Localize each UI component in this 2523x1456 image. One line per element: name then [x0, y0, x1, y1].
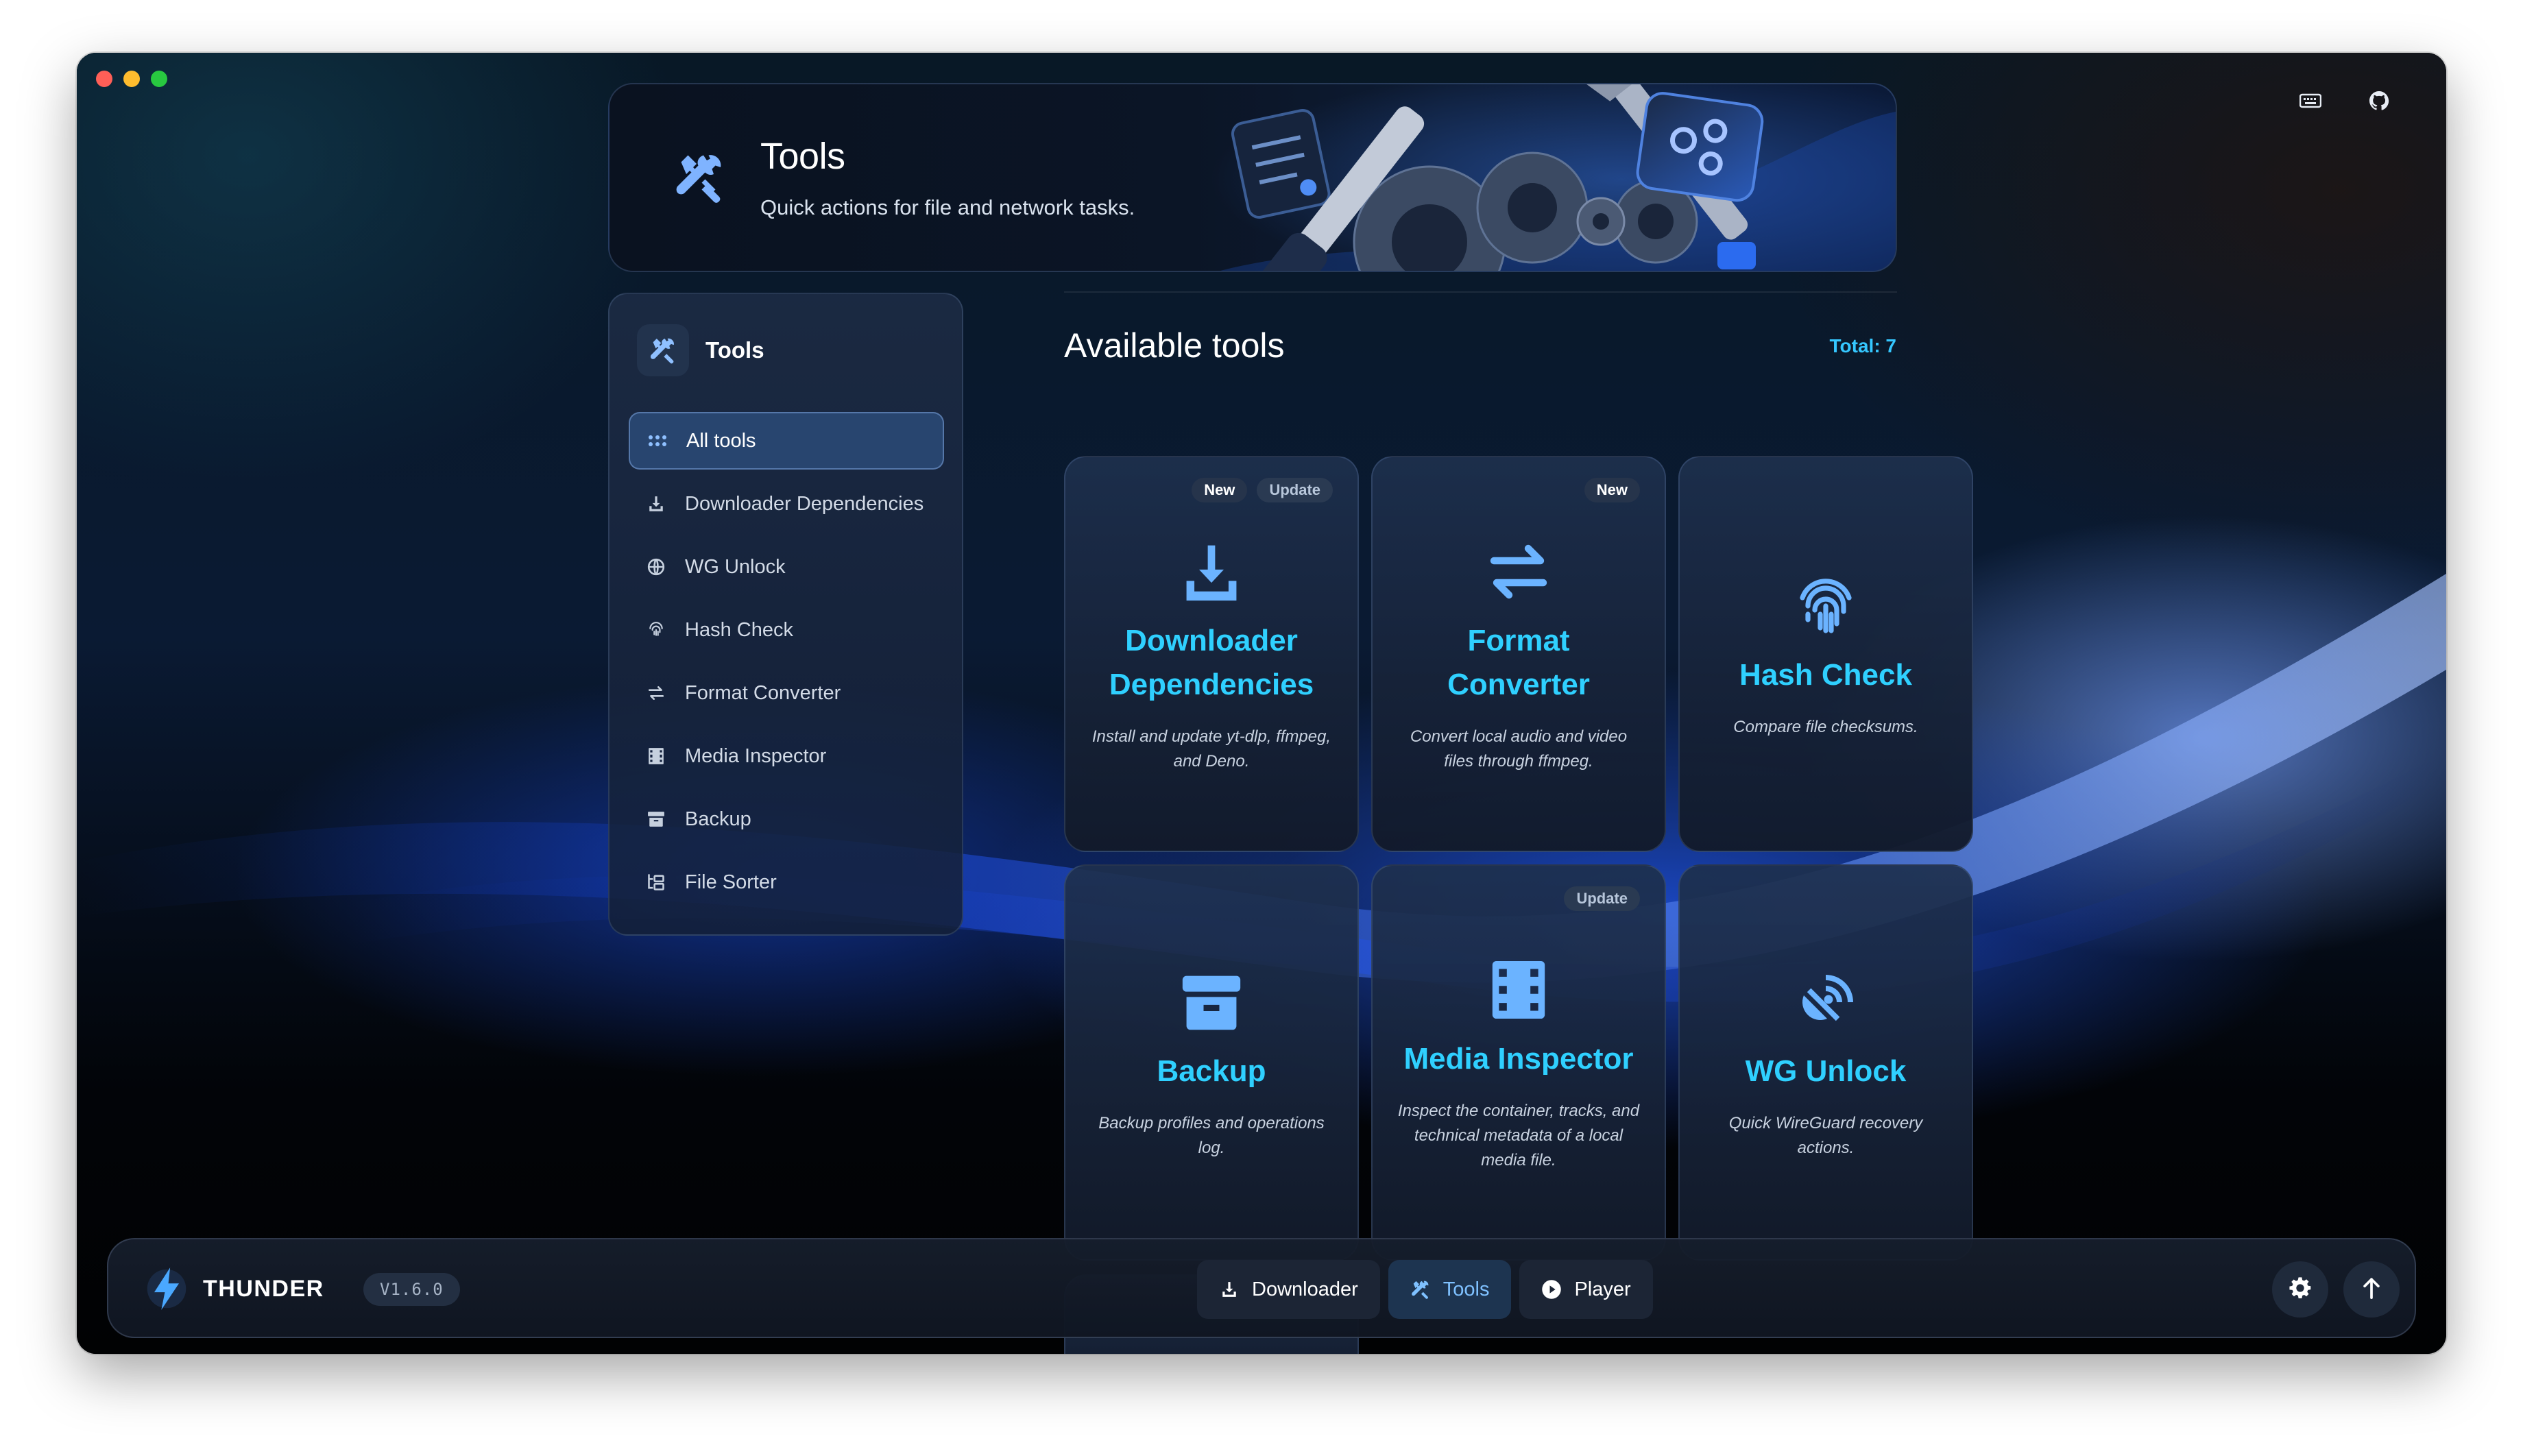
sidebar-item-format-converter[interactable]: Format Converter [629, 664, 944, 722]
gear-icon [2289, 1276, 2312, 1303]
scroll-top-button[interactable] [2343, 1261, 2400, 1318]
sidebar-item-label: WG Unlock [685, 555, 786, 578]
keyboard-icon[interactable] [2298, 88, 2323, 113]
fingerprint-icon [645, 619, 667, 641]
tool-name: Backup [1157, 1054, 1266, 1088]
grid-icon [647, 430, 668, 452]
brand-name: THUNDER [203, 1275, 324, 1302]
sidebar-item-label: Media Inspector [685, 744, 827, 767]
version-badge: V1.6.0 [363, 1273, 460, 1306]
nav-player-button[interactable]: Player [1519, 1260, 1653, 1319]
section-divider [1064, 291, 1897, 293]
tool-name: Format Converter [1447, 624, 1590, 701]
tool-description: Compare file checksums. [1733, 718, 1918, 736]
nav-downloader-button[interactable]: Downloader [1197, 1260, 1380, 1319]
hero-illustration [1210, 84, 1896, 271]
sidebar-header: Tools [637, 324, 764, 376]
close-window-button[interactable] [96, 71, 112, 87]
tool-description: Inspect the container, tracks, and techn… [1397, 1102, 1640, 1169]
page-title: Tools [760, 136, 845, 177]
download-icon [645, 493, 667, 515]
nav-label: Tools [1442, 1278, 1490, 1300]
github-icon[interactable] [2367, 88, 2391, 113]
tool-description: Install and update yt-dlp, ffmpeg, and D… [1091, 727, 1331, 771]
main-nav: Downloader Tools Player [1197, 1260, 1653, 1319]
download-icon [1219, 1279, 1240, 1300]
archive-icon [1174, 964, 1249, 1040]
sidebar-item-hash-check[interactable]: Hash Check [629, 601, 944, 659]
sidebar-item-backup[interactable]: Backup [629, 790, 944, 848]
sidebar-item-label: Backup [685, 808, 751, 830]
sidebar-title: Tools [705, 337, 764, 363]
sidebar: Tools All tools Downloader Dependencies … [608, 293, 963, 936]
tool-card-media-inspector[interactable]: Update Media Inspector Inspect the conta… [1371, 864, 1666, 1261]
tool-name: WG Unlock [1745, 1054, 1907, 1088]
arrows-swap-icon [645, 682, 667, 704]
tools-total-count: Total: 7 [1829, 335, 1896, 356]
app-window: Tools Quick actions for file and network… [77, 53, 2446, 1354]
sidebar-item-downloader-dependencies[interactable]: Downloader Dependencies [629, 475, 944, 533]
tool-card-downloader-dependencies[interactable]: New Update Downloader Dependencies Insta… [1064, 456, 1359, 852]
new-badge: New [1584, 478, 1640, 502]
tool-name: Hash Check [1739, 658, 1912, 692]
download-icon [1174, 534, 1249, 609]
tool-card-wg-unlock[interactable]: WG Unlock Quick WireGuard recovery actio… [1678, 864, 1973, 1261]
tool-card-hash-check[interactable]: Hash Check Compare file checksums. [1678, 456, 1973, 852]
tool-card-backup[interactable]: Backup Backup profiles and operations lo… [1064, 864, 1359, 1261]
nav-label: Player [1574, 1278, 1631, 1300]
sidebar-item-file-sorter[interactable]: File Sorter [629, 853, 944, 911]
sidebar-list: All tools Downloader Dependencies WG Unl… [629, 412, 944, 917]
fingerprint-icon [1788, 568, 1863, 644]
top-right-actions [2298, 88, 2391, 113]
sidebar-item-label: All tools [686, 429, 756, 452]
lightning-logo-icon [143, 1264, 191, 1313]
sidebar-item-label: File Sorter [685, 871, 777, 893]
sidebar-item-all-tools[interactable]: All tools [629, 412, 944, 470]
tool-description: Backup profiles and operations log. [1098, 1114, 1325, 1157]
update-badge: Update [1564, 886, 1640, 911]
tools-icon [1410, 1279, 1431, 1300]
sidebar-item-label: Downloader Dependencies [685, 492, 924, 515]
sidebar-item-label: Hash Check [685, 618, 793, 641]
tool-card-format-converter[interactable]: New Format Converter Convert local audio… [1371, 456, 1666, 852]
sidebar-item-label: Format Converter [685, 681, 841, 704]
film-icon [645, 745, 667, 767]
folder-tree-icon [645, 871, 667, 893]
new-badge: New [1192, 478, 1248, 502]
maximize-window-button[interactable] [151, 71, 167, 87]
film-icon [1481, 952, 1556, 1028]
tools-icon [673, 150, 727, 205]
tool-name: Downloader Dependencies [1109, 624, 1314, 701]
arrow-up-icon [2361, 1276, 2382, 1303]
tool-description: Quick WireGuard recovery actions. [1728, 1114, 1923, 1157]
play-circle-icon [1541, 1279, 1562, 1300]
nav-tools-button[interactable]: Tools [1388, 1260, 1512, 1319]
page-subtitle: Quick actions for file and network tasks… [760, 195, 1135, 219]
sidebar-item-media-inspector[interactable]: Media Inspector [629, 727, 944, 785]
tools-icon [637, 324, 689, 376]
settings-button[interactable] [2272, 1261, 2328, 1318]
globe-icon [645, 556, 667, 578]
header-card: Tools Quick actions for file and network… [608, 83, 1897, 272]
section-title: Available tools [1064, 326, 1285, 365]
brand: THUNDER [143, 1264, 324, 1313]
bottom-bar: THUNDER V1.6.0 Downloader Tools Player [107, 1238, 2416, 1338]
badge-group: New [1584, 478, 1640, 502]
update-badge: Update [1257, 478, 1333, 502]
tool-name: Media Inspector [1403, 1042, 1634, 1076]
arrows-swap-icon [1481, 534, 1556, 609]
satellite-icon [1788, 964, 1863, 1040]
badge-group: Update [1564, 886, 1640, 911]
minimize-window-button[interactable] [123, 71, 140, 87]
badge-group: New Update [1192, 478, 1333, 502]
window-controls [96, 71, 167, 87]
archive-icon [645, 808, 667, 830]
sidebar-item-wg-unlock[interactable]: WG Unlock [629, 538, 944, 596]
nav-label: Downloader [1252, 1278, 1358, 1300]
tool-description: Convert local audio and video files thro… [1410, 727, 1628, 771]
